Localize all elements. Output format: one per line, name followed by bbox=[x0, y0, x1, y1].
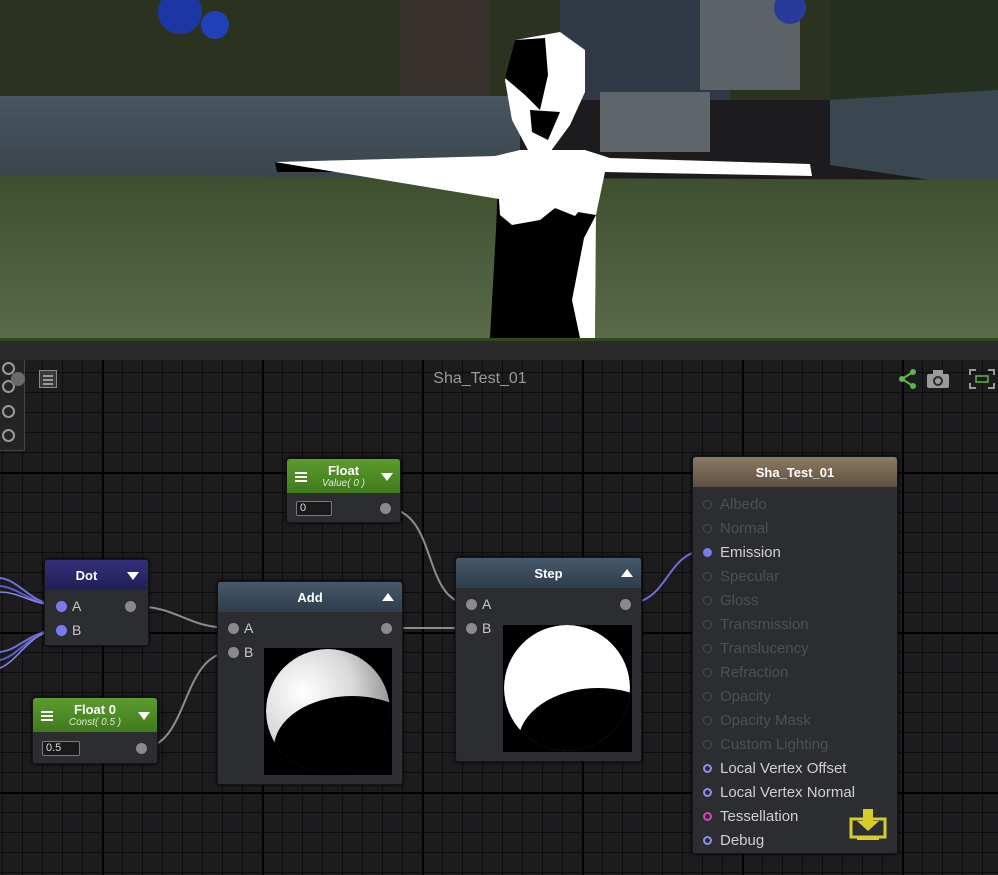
output-port-label: Opacity bbox=[720, 688, 771, 705]
node-title: Add bbox=[297, 590, 323, 605]
port-dot-icon[interactable] bbox=[703, 644, 712, 653]
graph-icon[interactable] bbox=[39, 370, 57, 388]
output-node-header[interactable]: Sha_Test_01 bbox=[693, 457, 897, 487]
input-label-b: B bbox=[244, 644, 254, 660]
input-port-b[interactable] bbox=[228, 647, 239, 658]
share-icon[interactable] bbox=[897, 368, 919, 390]
output-port-label: Local Vertex Offset bbox=[720, 760, 847, 777]
float-value-node-header[interactable]: Float Value( 0 ) bbox=[287, 459, 400, 493]
input-label-b: B bbox=[482, 620, 492, 636]
collapse-arrow-icon[interactable] bbox=[381, 473, 393, 481]
input-port-b[interactable] bbox=[56, 625, 67, 636]
port-dot-icon[interactable] bbox=[703, 836, 712, 845]
float-const-node-header[interactable]: Float 0 Const( 0.5 ) bbox=[33, 698, 157, 732]
input-label-a: A bbox=[482, 596, 492, 612]
collapse-arrow-icon[interactable] bbox=[127, 572, 139, 580]
port-dot-icon[interactable] bbox=[703, 596, 712, 605]
dot-node-header[interactable]: Dot bbox=[45, 560, 148, 590]
port-dot-icon[interactable] bbox=[703, 620, 712, 629]
step-preview-image bbox=[503, 625, 632, 752]
output-port[interactable] bbox=[125, 601, 136, 612]
collapse-arrow-icon[interactable] bbox=[382, 593, 394, 601]
fit-view-icon[interactable] bbox=[968, 368, 996, 390]
output-port-label: Debug bbox=[720, 832, 765, 849]
output-port-label: Local Vertex Normal bbox=[720, 784, 856, 801]
float-const-node[interactable]: Float 0 Const( 0.5 ) 0.5 bbox=[32, 697, 158, 764]
port-dot-icon[interactable] bbox=[703, 788, 712, 797]
output-port[interactable] bbox=[381, 623, 392, 634]
port-dot-icon[interactable] bbox=[703, 524, 712, 533]
node-title: Sha_Test_01 bbox=[755, 465, 835, 480]
collapse-arrow-icon[interactable] bbox=[138, 712, 150, 720]
output-port-label: Custom Lighting bbox=[720, 736, 829, 753]
float-value-field[interactable]: 0 bbox=[296, 501, 332, 516]
add-node-header[interactable]: Add bbox=[218, 582, 402, 612]
input-label-a: A bbox=[244, 620, 254, 636]
port-dot-icon[interactable] bbox=[703, 740, 712, 749]
add-node[interactable]: Add A B bbox=[217, 581, 403, 785]
port-dot-icon[interactable] bbox=[703, 572, 712, 581]
panel-divider[interactable] bbox=[0, 338, 998, 360]
float-const-field[interactable]: 0.5 bbox=[42, 741, 80, 756]
master-toggle-icon[interactable] bbox=[11, 372, 25, 386]
input-port-b[interactable] bbox=[466, 623, 477, 634]
step-node-header[interactable]: Step bbox=[456, 558, 641, 588]
collapse-arrow-icon[interactable] bbox=[621, 569, 633, 577]
output-port-label: Emission bbox=[720, 544, 781, 561]
node-title: Dot bbox=[75, 568, 98, 583]
node-title: Step bbox=[534, 566, 563, 581]
graph-title: Sha_Test_01 bbox=[433, 370, 527, 387]
output-port-label: Tessellation bbox=[720, 808, 799, 825]
output-port-label: Opacity Mask bbox=[720, 712, 811, 729]
port-dot-icon[interactable] bbox=[703, 668, 712, 677]
output-port[interactable] bbox=[380, 503, 391, 514]
input-port-a[interactable] bbox=[56, 601, 67, 612]
dot-node[interactable]: Dot A B bbox=[44, 559, 149, 646]
output-port-label: Gloss bbox=[720, 592, 759, 609]
output-node[interactable]: Sha_Test_01 Albedo Normal Emission Specular… bbox=[692, 456, 898, 854]
add-preview-image bbox=[264, 648, 392, 775]
port-dot-icon[interactable] bbox=[703, 812, 712, 821]
input-label-b: B bbox=[72, 622, 82, 638]
output-port-label: Translucency bbox=[720, 640, 809, 657]
output-port-label: Specular bbox=[720, 568, 780, 585]
output-port-label: Normal bbox=[720, 520, 769, 537]
output-port[interactable] bbox=[136, 743, 147, 754]
port-dot-icon[interactable] bbox=[703, 692, 712, 701]
input-port-a[interactable] bbox=[228, 623, 239, 634]
scene-viewport[interactable] bbox=[0, 0, 998, 338]
input-port-a[interactable] bbox=[466, 599, 477, 610]
save-icon[interactable] bbox=[849, 807, 887, 841]
panel-port-3[interactable] bbox=[2, 405, 15, 418]
port-dot-icon[interactable] bbox=[703, 716, 712, 725]
output-port-label: Transmission bbox=[720, 616, 809, 633]
panel-port-4[interactable] bbox=[2, 429, 15, 442]
port-dot-icon[interactable] bbox=[703, 764, 712, 773]
port-dot-icon[interactable] bbox=[703, 548, 712, 557]
output-port-label: Albedo bbox=[720, 496, 767, 513]
input-label-a: A bbox=[72, 598, 82, 614]
step-node[interactable]: Step A B bbox=[455, 557, 642, 762]
camera-icon[interactable] bbox=[926, 368, 950, 390]
output-port[interactable] bbox=[620, 599, 631, 610]
float-value-node[interactable]: Float Value( 0 ) 0 bbox=[286, 458, 401, 523]
port-dot-icon[interactable] bbox=[703, 500, 712, 509]
node-graph-canvas[interactable]: Sha_Test_01 Float Value( 0 ) 0 Dot A B F… bbox=[0, 360, 998, 875]
output-port-label: Refraction bbox=[720, 664, 789, 681]
